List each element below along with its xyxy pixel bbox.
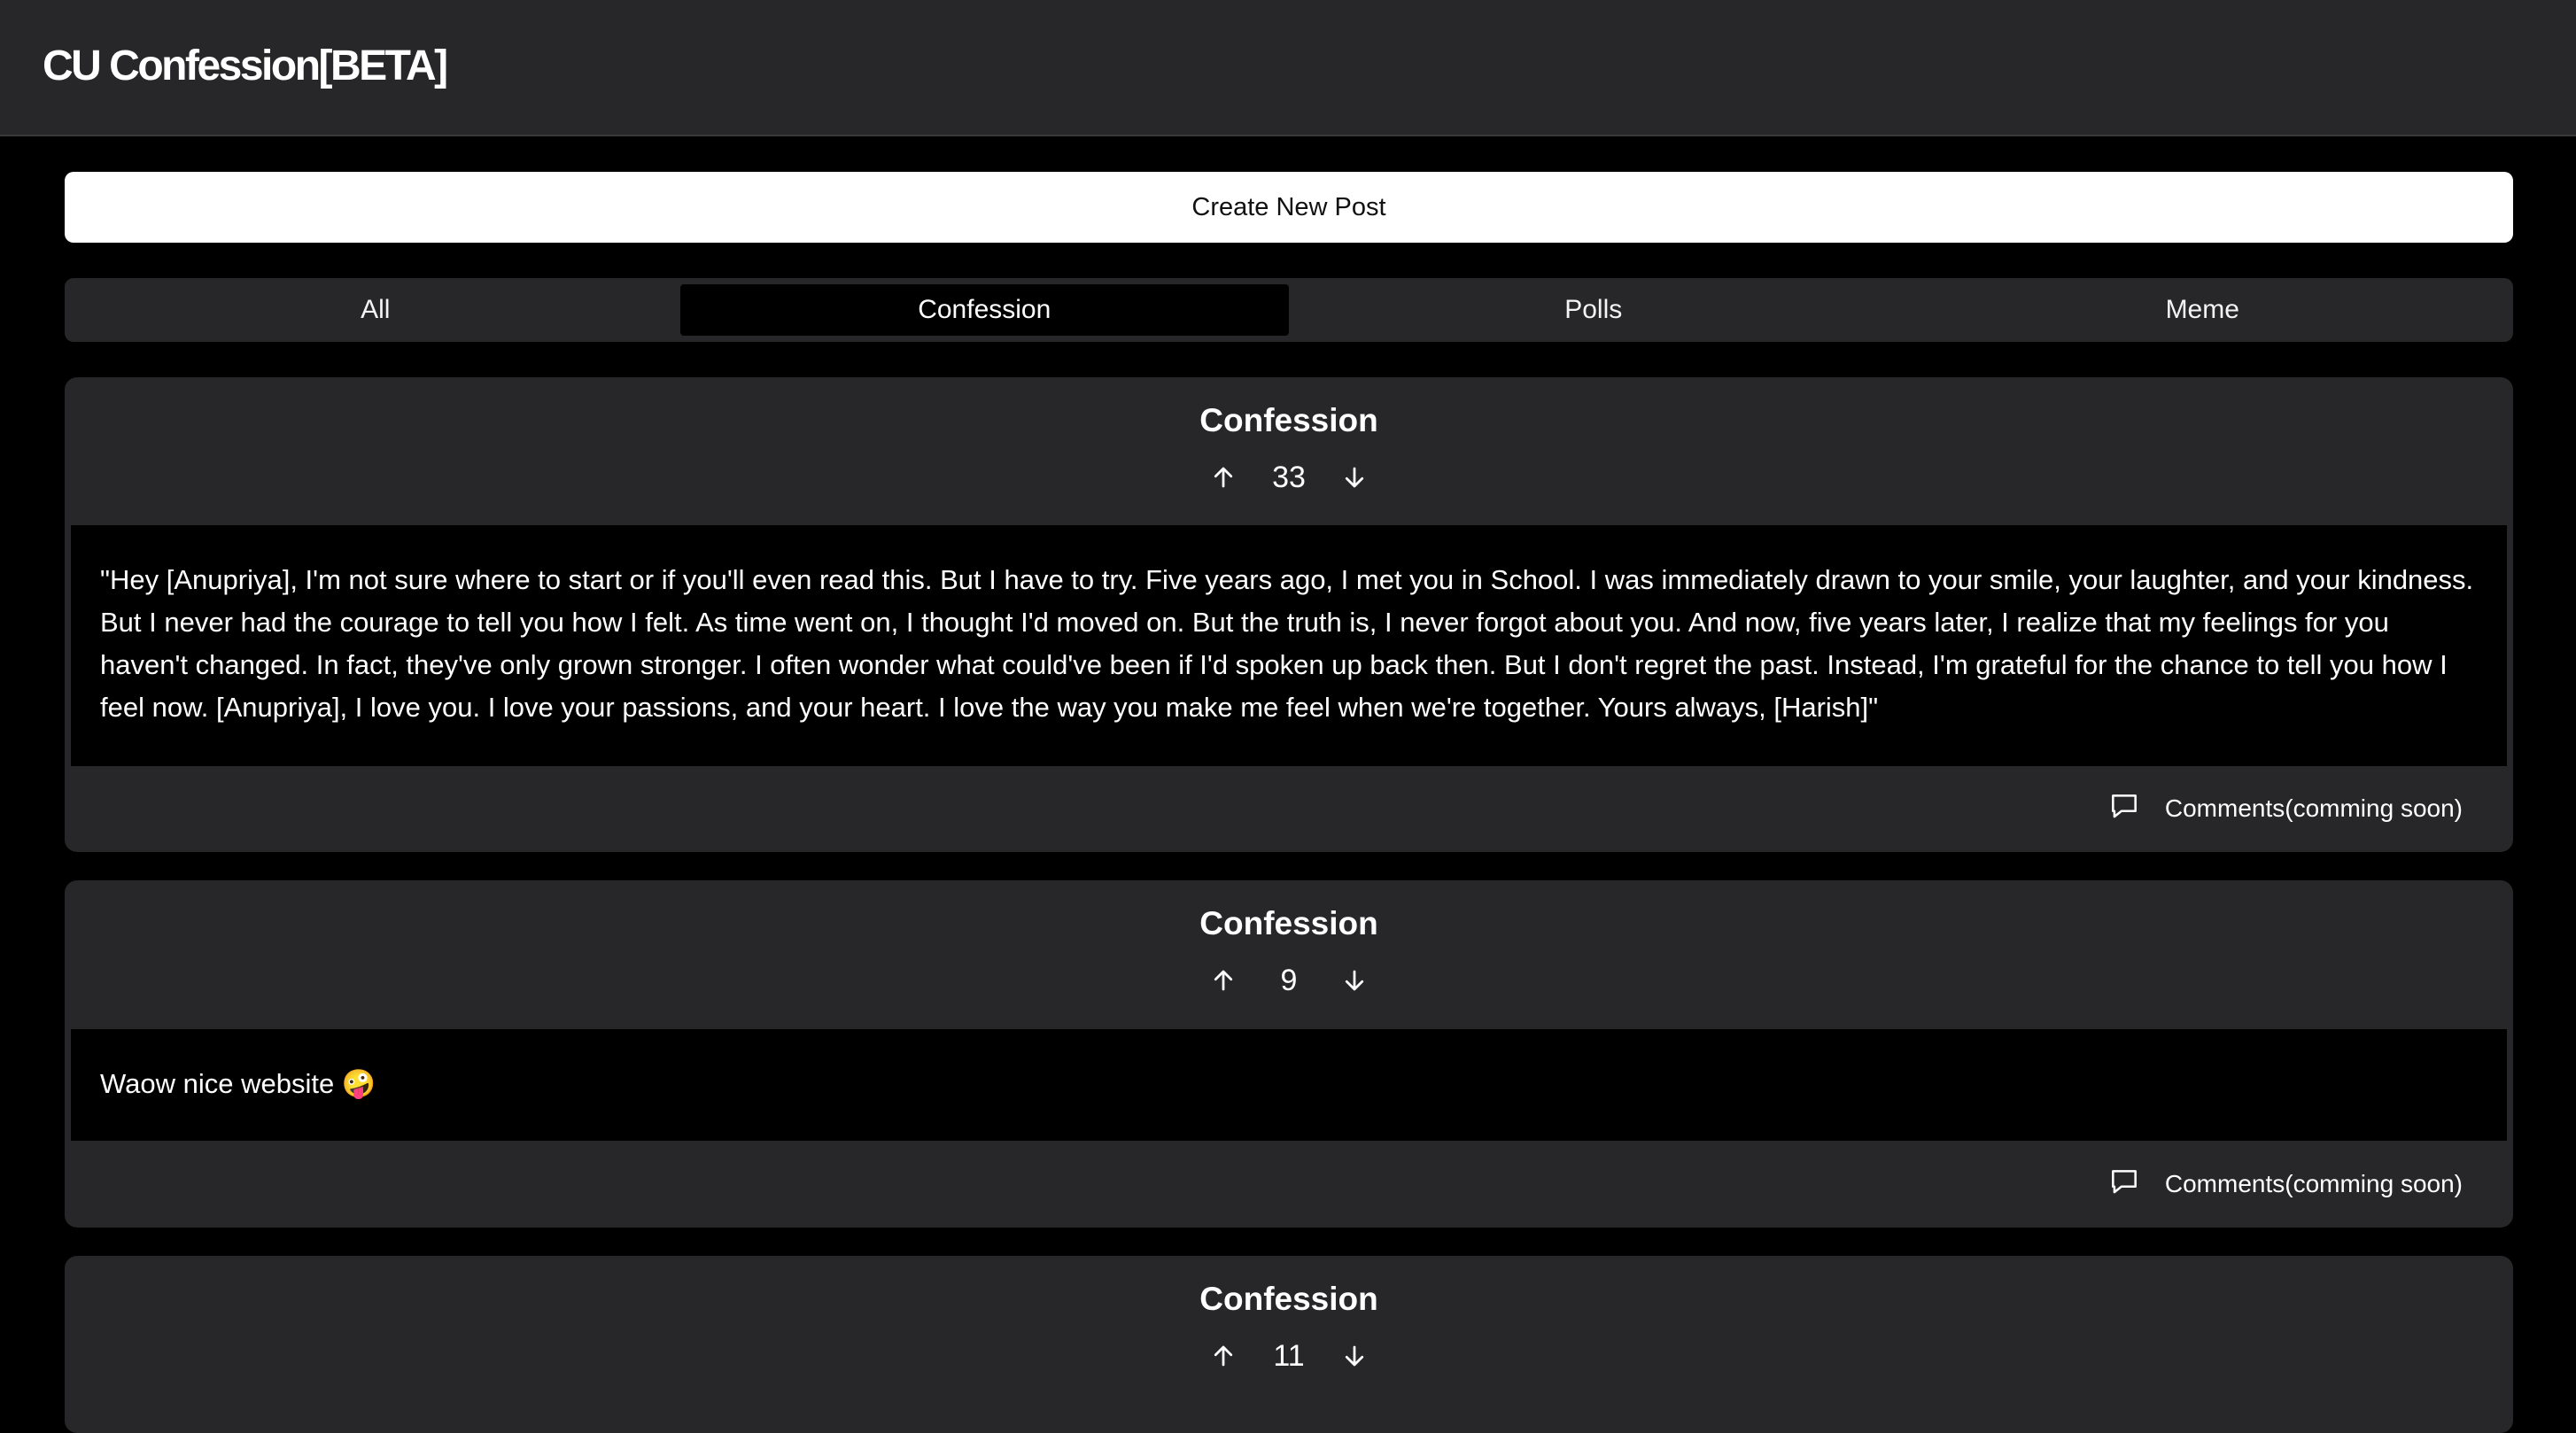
post-body: Waow nice website 🤪 (71, 1029, 2507, 1141)
post-type-label: Confession (1199, 905, 1378, 941)
comments-label: Comments(comming soon) (2164, 1170, 2463, 1197)
post-card: Confession 11 (65, 1256, 2513, 1433)
app-title: CU Confession[BETA] (43, 43, 448, 89)
post-body: "Hey [Anupriya], I'm not sure where to s… (71, 525, 2507, 766)
post-type-label: Confession (1199, 1281, 1378, 1317)
category-tabs: All Confession Polls Meme (65, 278, 2513, 342)
post-card: Confession 33 "Hey [Anupriya], I'm not s… (65, 377, 2513, 852)
arrow-down-icon[interactable] (1337, 963, 1372, 998)
create-new-post-button[interactable]: Create New Post (65, 172, 2513, 243)
arrow-down-icon[interactable] (1337, 1338, 1372, 1374)
arrow-down-icon[interactable] (1337, 460, 1372, 495)
vote-count: 11 (1273, 1338, 1305, 1373)
comment-bubble-icon (2107, 1166, 2142, 1204)
vote-controls: 9 (65, 958, 2513, 1003)
post-type-label: Confession (1199, 402, 1378, 438)
comment-bubble-icon (2107, 790, 2142, 828)
post-card: Confession 9 Waow nice website 🤪 Comment… (65, 880, 2513, 1228)
comments-label: Comments(comming soon) (2164, 794, 2463, 822)
tab-polls[interactable]: Polls (1289, 284, 1898, 336)
vote-count: 33 (1272, 460, 1306, 494)
arrow-up-icon[interactable] (1206, 460, 1241, 495)
vote-count: 9 (1280, 963, 1298, 997)
tab-confession[interactable]: Confession (679, 284, 1289, 336)
top-bar: CU Confession[BETA] (0, 0, 2576, 136)
vote-controls: 33 (65, 455, 2513, 500)
tab-all[interactable]: All (71, 284, 680, 336)
tab-meme[interactable]: Meme (1898, 284, 2508, 336)
arrow-up-icon[interactable] (1206, 963, 1241, 998)
arrow-up-icon[interactable] (1206, 1338, 1241, 1374)
comments-link[interactable]: Comments(comming soon) (2107, 786, 2463, 831)
vote-controls: 11 (65, 1334, 2513, 1378)
comments-link[interactable]: Comments(comming soon) (2107, 1162, 2463, 1206)
